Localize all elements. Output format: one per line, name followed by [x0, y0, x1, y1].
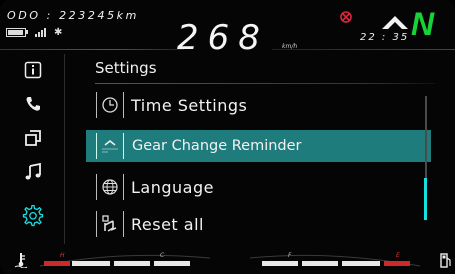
clock-icon [96, 92, 124, 118]
sidebar-item-phone[interactable] [18, 90, 48, 118]
menu-item-time-settings[interactable]: Time Settings [86, 89, 431, 121]
gear-change-reminder-icon [96, 133, 124, 159]
temp-cold-label: C [160, 252, 165, 259]
globe-icon [96, 174, 124, 200]
settings-icon [22, 205, 44, 227]
title-divider [95, 83, 435, 84]
reset-icon [96, 211, 124, 237]
menu-item-label: Reset all [131, 214, 204, 234]
signal-icon [35, 27, 46, 37]
info-icon [24, 61, 42, 79]
sidebar-item-navigation[interactable] [18, 124, 48, 152]
page-title: Settings [95, 59, 157, 77]
menu-item-language[interactable]: Language [86, 171, 431, 203]
sidebar [0, 52, 64, 248]
sidebar-item-settings[interactable] [18, 202, 48, 230]
header-divider-right [272, 49, 455, 50]
engine-warning-icon [339, 9, 353, 28]
gear-indicator: N [411, 6, 435, 42]
status-row: ✱ [6, 25, 62, 39]
speed-readout: 268 [177, 18, 269, 58]
menu-item-label: Gear Change Reminder [132, 138, 302, 154]
fuel-pump-icon [440, 252, 452, 272]
fuel-empty-label: E [396, 252, 400, 259]
bluetooth-icon: ✱ [54, 26, 63, 38]
menu-item-label: Time Settings [131, 95, 248, 115]
phone-icon [26, 97, 40, 111]
sidebar-item-music[interactable] [18, 158, 48, 186]
odometer: ODO : 223245km [7, 9, 139, 22]
dashboard-screen: ODO : 223245km ✱ 268 km/h 22 : 35 N Sett… [0, 0, 455, 274]
battery-icon [6, 27, 26, 37]
menu-item-reset-all[interactable]: Reset all [86, 208, 431, 240]
menu-item-label: Language [131, 177, 214, 197]
header-divider [0, 49, 184, 50]
sidebar-item-info[interactable] [18, 56, 48, 84]
music-icon [25, 163, 41, 180]
scrollbar-thumb[interactable] [424, 178, 427, 220]
fuel-full-label: F [288, 252, 292, 259]
clock: 22 : 35 [360, 32, 410, 43]
gauges-bar [39, 254, 421, 267]
navigation-icon [25, 130, 41, 146]
temp-hot-label: H [60, 252, 65, 259]
sidebar-divider [64, 54, 65, 244]
menu-item-gear-change-reminder[interactable]: Gear Change Reminder [86, 130, 431, 162]
